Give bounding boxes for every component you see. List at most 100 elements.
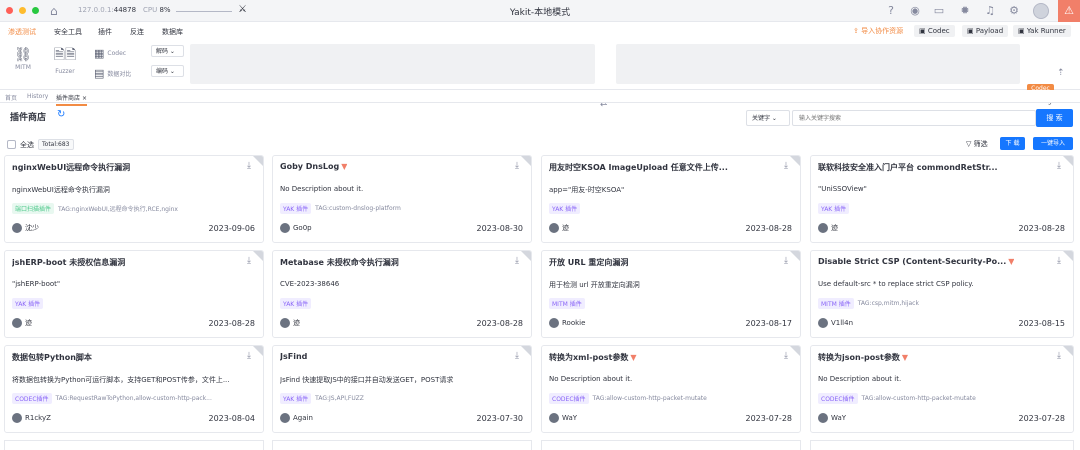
- plugin-title[interactable]: JsFind: [280, 352, 307, 361]
- bell-icon[interactable]: ♫: [983, 4, 997, 17]
- plugin-author: 沈少: [12, 223, 39, 233]
- select-all-checkbox[interactable]: [7, 140, 16, 149]
- close-tab-icon[interactable]: ×: [82, 95, 87, 102]
- codec-input-area[interactable]: [190, 44, 595, 84]
- download-icon[interactable]: ⤓: [784, 351, 788, 361]
- help-icon[interactable]: ?: [884, 4, 898, 17]
- plugin-card[interactable]: Goby DnsLog ▼ ⤓ No Description about it. YAK…: [272, 155, 532, 243]
- avatar: [12, 318, 22, 328]
- keyword-select[interactable]: 关键字 ⌄: [746, 110, 790, 126]
- plugin-title[interactable]: 开放 URL 重定向漏洞: [549, 257, 628, 268]
- plugin-title[interactable]: 转换为json-post参数 ▼: [818, 352, 908, 363]
- plugin-author: R1ckyZ: [12, 413, 51, 423]
- menu-database[interactable]: 数据库: [162, 27, 183, 37]
- codec-button[interactable]: ▣ Codec: [914, 25, 955, 37]
- close-window-icon[interactable]: [6, 7, 13, 14]
- plugin-description: "jshERP-boot": [12, 280, 61, 288]
- plugin-card[interactable]: Disable Strict CSP (Content-Security-Po.…: [810, 250, 1074, 338]
- codec-tool[interactable]: ▦ Codec: [94, 47, 126, 60]
- import-resources-button[interactable]: ⇪ 导入协作资源: [848, 25, 909, 37]
- terminal-icon[interactable]: ▭: [932, 4, 946, 17]
- camera-icon[interactable]: ◉: [908, 4, 922, 17]
- codec-output-area[interactable]: [616, 44, 1020, 84]
- plugin-title[interactable]: Metabase 未授权命令执行漏洞: [280, 257, 399, 268]
- swords-icon[interactable]: ⚔: [238, 4, 247, 15]
- download-icon[interactable]: ⤓: [1057, 256, 1061, 266]
- plugin-grid: nginxWebUI远程命令执行漏洞 ⤓ nginxWebUI远程命令执行漏洞 端口扫…: [4, 155, 1076, 445]
- menu-security-tools[interactable]: 安全工具: [54, 27, 82, 37]
- fuzzer-tool[interactable]: 🗎🗎 Fuzzer: [44, 46, 86, 75]
- bug-icon[interactable]: ✹: [958, 4, 972, 17]
- menu-bar: 渗透测试 安全工具 插件 反连 数据库 ⇪ 导入协作资源 ▣ Codec ▣ P…: [0, 22, 1080, 40]
- download-icon[interactable]: ⤓: [1057, 351, 1061, 361]
- plugin-card[interactable]: 转换为json-post参数 ▼ ⤓ No Description about it.…: [810, 345, 1074, 433]
- decode-select[interactable]: 解码 ⌄: [151, 45, 184, 57]
- card-corner: [1063, 156, 1073, 166]
- plugin-card[interactable]: 联软科技安全准入门户平台 commondRetStr... ⤓ "UniSSOVie…: [810, 155, 1074, 243]
- refresh-icon[interactable]: ↻: [57, 109, 65, 120]
- download-icon[interactable]: ⤓: [515, 256, 519, 266]
- plugin-author: 迹: [12, 318, 32, 328]
- plugin-card[interactable]: JsFind ⤓ JsFind 快速提取JS中的接口并自动发送GET，POST请求 Y…: [272, 345, 532, 433]
- plugin-card-partial: [541, 440, 801, 450]
- plugin-tag-list: TAG:custom-dnslog-platform: [315, 205, 401, 212]
- plugin-card[interactable]: jshERP-boot 未授权信息漏洞 ⤓ "jshERP-boot" YAK 插件迹…: [4, 250, 264, 338]
- maximize-window-icon[interactable]: [32, 7, 39, 14]
- plugin-title[interactable]: 联软科技安全准入门户平台 commondRetStr...: [818, 162, 998, 173]
- plugin-title[interactable]: 转换为xml-post参数 ▼: [549, 352, 637, 363]
- plugin-description: app="用友-时空KSOA": [549, 186, 625, 194]
- plugin-author: 迹: [280, 318, 300, 328]
- plugin-card[interactable]: nginxWebUI远程命令执行漏洞 ⤓ nginxWebUI远程命令执行漏洞 端口扫…: [4, 155, 264, 243]
- menu-plugins[interactable]: 插件: [98, 27, 112, 37]
- tab-history[interactable]: History: [27, 93, 48, 100]
- tab-home[interactable]: 首页: [5, 93, 17, 102]
- plugin-author: Go0p: [280, 223, 312, 233]
- plugin-type-badge: YAK 插件: [549, 203, 581, 214]
- collapse-icon[interactable]: ⇡: [1057, 68, 1065, 78]
- plugin-title[interactable]: nginxWebUI远程命令执行漏洞: [12, 162, 130, 173]
- yak-runner-button[interactable]: ▣ Yak Runner: [1013, 25, 1071, 37]
- plugin-title[interactable]: Disable Strict CSP (Content-Security-Po.…: [818, 257, 1014, 266]
- plugin-title[interactable]: Goby DnsLog ▼: [280, 162, 347, 171]
- download-icon[interactable]: ⤓: [247, 351, 251, 361]
- home-icon[interactable]: ⌂: [50, 4, 58, 18]
- plugin-card[interactable]: 开放 URL 重定向漏洞 ⤓ 用于检测 url 开放重定向漏洞 MITM 插件 Rook…: [541, 250, 801, 338]
- import-all-button[interactable]: 一键导入: [1033, 137, 1073, 150]
- payload-button[interactable]: ▣ Payload: [962, 25, 1009, 37]
- plugin-card[interactable]: Metabase 未授权命令执行漏洞 ⤓ CVE-2023-38646 YAK 插件迹…: [272, 250, 532, 338]
- plugin-title[interactable]: jshERP-boot 未授权信息漏洞: [12, 257, 125, 268]
- plugin-title[interactable]: 数据包转Python脚本: [12, 352, 92, 363]
- download-icon[interactable]: ⤓: [247, 161, 251, 171]
- download-icon[interactable]: ⤓: [784, 256, 788, 266]
- tab-plugin-store[interactable]: 插件商店 ×: [56, 93, 87, 106]
- page-tabs: 首页 History 插件商店 ×: [0, 90, 1080, 106]
- plugin-date: 2023-08-28: [745, 224, 793, 233]
- gear-icon[interactable]: ⚙: [1007, 4, 1021, 17]
- user-avatar[interactable]: [1033, 3, 1049, 19]
- plugin-type-badge: YAK 插件: [280, 298, 312, 309]
- select-all[interactable]: 全选 Total:683: [7, 139, 74, 150]
- plugin-card[interactable]: 数据包转Python脚本 ⤓ 将数据包转换为Python可运行脚本，支持GET和PO…: [4, 345, 264, 433]
- plugin-tags: MITM 插件 TAG:csp,mitm,hijack: [818, 298, 919, 309]
- download-icon[interactable]: ⤓: [515, 161, 519, 171]
- download-icon[interactable]: ⤓: [247, 256, 251, 266]
- card-corner: [253, 346, 263, 356]
- search-input[interactable]: [792, 110, 1036, 126]
- plugin-card[interactable]: 用友时空KSOA ImageUpload 任意文件上传... ⤓ app="用友-时…: [541, 155, 801, 243]
- search-button[interactable]: 搜 索: [1036, 109, 1073, 127]
- encode-select[interactable]: 编码 ⌄: [151, 65, 184, 77]
- menu-reverse[interactable]: 反连: [130, 27, 144, 37]
- data-compare-tool[interactable]: ▤ 数据对比: [94, 67, 131, 80]
- menu-pentest[interactable]: 渗透测试: [8, 27, 36, 37]
- download-button[interactable]: 下 载: [1000, 137, 1025, 150]
- warning-icon[interactable]: ⚠: [1058, 0, 1080, 22]
- download-icon[interactable]: ⤓: [784, 161, 788, 171]
- mitm-tool[interactable]: ⛓ MITM: [11, 46, 35, 71]
- plugin-card[interactable]: 转换为xml-post参数 ▼ ⤓ No Description about it. C…: [541, 345, 801, 433]
- download-icon[interactable]: ⤓: [1057, 161, 1061, 171]
- plugin-title[interactable]: 用友时空KSOA ImageUpload 任意文件上传...: [549, 162, 728, 173]
- avatar: [280, 223, 290, 233]
- download-icon[interactable]: ⤓: [515, 351, 519, 361]
- minimize-window-icon[interactable]: [19, 7, 26, 14]
- filter-button[interactable]: ▽ 筛选: [966, 139, 988, 149]
